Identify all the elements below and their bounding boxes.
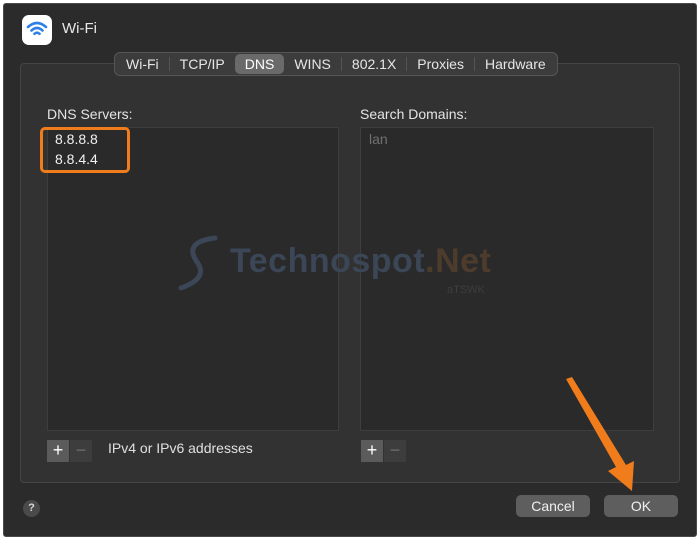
window-title: Wi-Fi xyxy=(62,20,97,37)
annotation-arrow-icon xyxy=(566,377,634,491)
annotation-highlight-box xyxy=(40,127,130,173)
dns-hint-text: IPv4 or IPv6 addresses xyxy=(108,440,253,456)
dns-add-remove-controls: + − xyxy=(47,440,92,462)
tab-hardware[interactable]: Hardware xyxy=(475,54,556,74)
search-domains-label: Search Domains: xyxy=(360,106,468,122)
add-dns-button[interactable]: + xyxy=(47,440,69,462)
tab-wifi[interactable]: Wi-Fi xyxy=(116,54,169,74)
remove-dns-button[interactable]: − xyxy=(70,440,92,462)
add-domain-button[interactable]: + xyxy=(361,440,383,462)
dns-servers-label: DNS Servers: xyxy=(47,106,133,122)
remove-domain-button[interactable]: − xyxy=(384,440,406,462)
tab-wins[interactable]: WINS xyxy=(284,54,341,74)
cancel-button[interactable]: Cancel xyxy=(516,495,590,517)
tab-bar: Wi-Fi TCP/IP DNS WINS 802.1X Proxies Har… xyxy=(114,52,558,76)
tab-dns[interactable]: DNS xyxy=(234,54,285,74)
help-button[interactable]: ? xyxy=(23,500,40,517)
search-domain-entry[interactable]: lan xyxy=(369,131,388,147)
tab-tcpip[interactable]: TCP/IP xyxy=(170,54,235,74)
tab-8021x[interactable]: 802.1X xyxy=(342,54,406,74)
wifi-icon xyxy=(22,15,52,45)
tab-proxies[interactable]: Proxies xyxy=(407,54,474,74)
domain-add-remove-controls: + − xyxy=(361,440,406,462)
ok-button[interactable]: OK xyxy=(604,495,678,517)
